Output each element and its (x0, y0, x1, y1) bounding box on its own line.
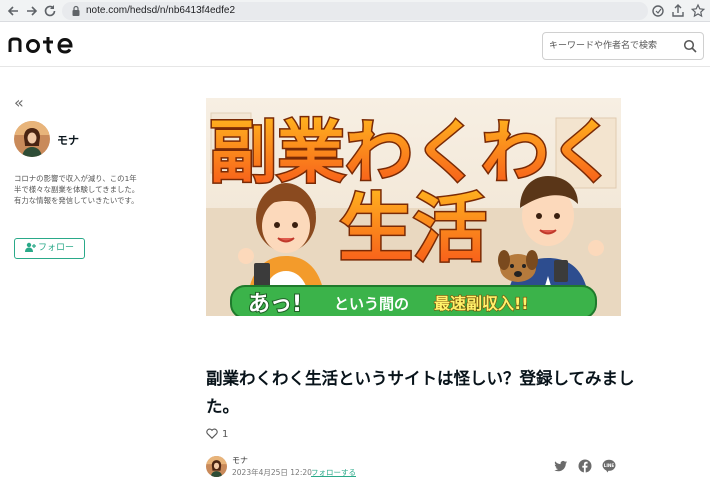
url-text: note.com/hedsd/n/nb6413f4edfe2 (86, 5, 236, 16)
address-bar[interactable]: note.com/hedsd/n/nb6413f4edfe2 (62, 2, 648, 20)
back-arrow-icon[interactable] (5, 3, 21, 19)
twitter-icon[interactable] (554, 459, 568, 473)
like-count: 1 (222, 429, 229, 440)
reload-icon[interactable] (42, 3, 58, 19)
author-bio: コロナの影響で収入が減り、この1年半で様々な副業を体験してきました。有力な情報を… (14, 174, 140, 205)
cast-icon[interactable] (650, 3, 666, 19)
search-icon[interactable] (683, 39, 697, 53)
byline-follow-link[interactable]: フォローする (311, 467, 356, 478)
heart-icon (206, 428, 218, 439)
follow-button-label: フォロー (37, 243, 74, 253)
byline-author[interactable]: モナ (232, 455, 248, 466)
byline-avatar[interactable] (206, 456, 227, 477)
hero-headline-line2: 生活 (339, 186, 487, 272)
svg-text:LINE: LINE (604, 463, 615, 468)
author-name[interactable]: モナ (57, 132, 79, 148)
article-title: 副業わくわく生活というサイトは怪しい？登録してみました。 (206, 369, 635, 416)
forward-arrow-icon[interactable] (24, 3, 40, 19)
add-user-icon (24, 242, 36, 252)
hero-banner-accent: あっ! (248, 292, 302, 316)
share-icon[interactable] (670, 3, 686, 19)
hero-banner-mid: という間の (334, 295, 409, 313)
hero-banner-strong: 最速副収入!! (434, 294, 529, 313)
lock-icon (72, 5, 80, 16)
collapse-sidebar-icon[interactable]: « (14, 95, 24, 111)
byline-date: 2023年4月25日 12:20 (232, 468, 312, 477)
site-header (0, 23, 710, 67)
browser-toolbar: note.com/hedsd/n/nb6413f4edfe2 (0, 0, 710, 22)
facebook-icon[interactable] (578, 459, 592, 473)
follow-button[interactable]: フォロー (14, 238, 85, 259)
star-icon[interactable] (690, 3, 706, 19)
line-icon[interactable]: LINE (602, 459, 616, 473)
author-avatar[interactable] (14, 121, 50, 157)
article-hero-image: 副業わくわく 生活 あっ! という間の 最速副収入!! (206, 98, 621, 316)
search-box (542, 32, 704, 60)
like-button[interactable]: 1 (206, 428, 228, 442)
search-input[interactable] (549, 38, 679, 54)
note-logo[interactable] (8, 32, 78, 58)
